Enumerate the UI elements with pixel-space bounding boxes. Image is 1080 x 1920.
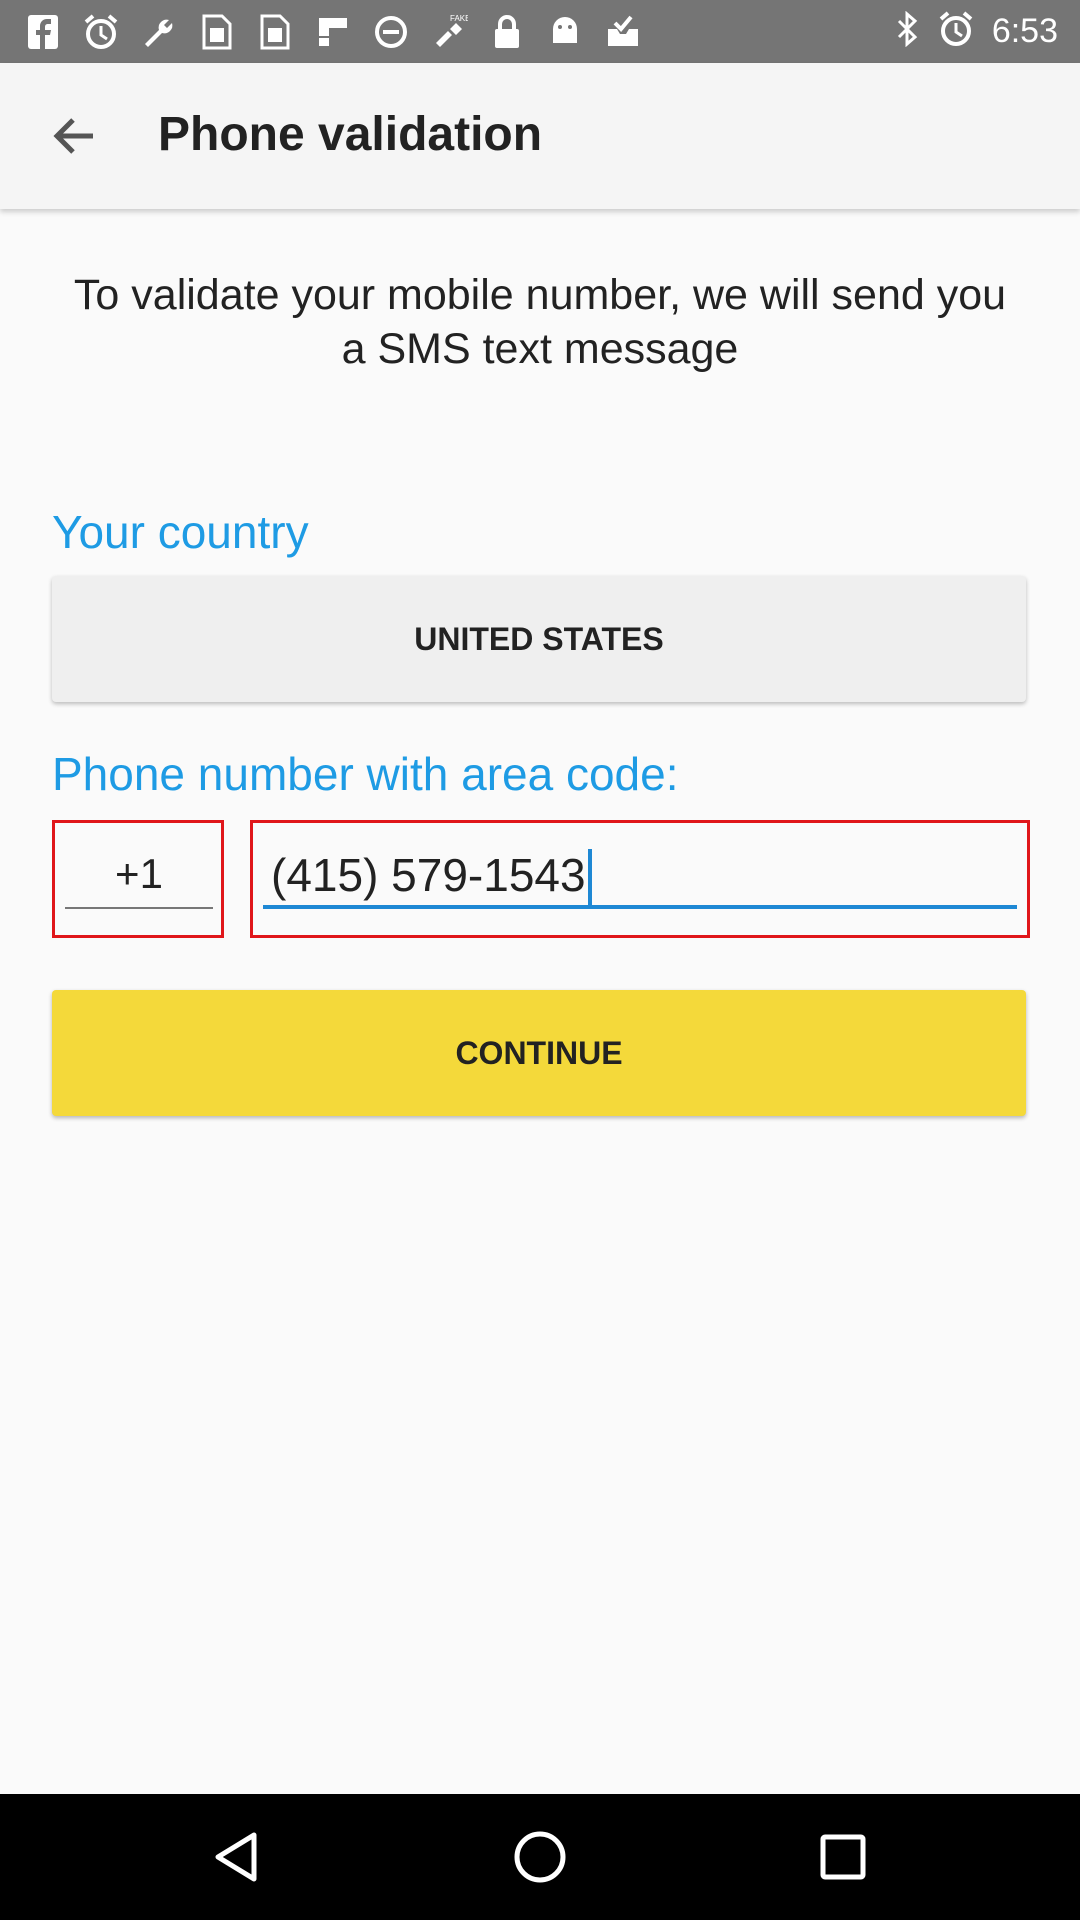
svg-text:FAKE: FAKE [450, 14, 468, 23]
country-selector[interactable]: UNITED STATES [52, 576, 1026, 702]
country-value: UNITED STATES [414, 620, 664, 657]
country-code-input[interactable]: +1 [65, 841, 213, 909]
back-button[interactable] [30, 103, 116, 169]
inbox-icon [604, 13, 642, 51]
phone-number-value: (415) 579-1543 [271, 849, 586, 901]
nav-back-button[interactable] [196, 1817, 276, 1897]
notification-icons: FAKE [24, 0, 642, 63]
country-code-highlight: +1 [52, 820, 224, 938]
clock: 6:53 [991, 12, 1058, 50]
arrow-back-icon [53, 118, 93, 154]
text-cursor [587, 848, 592, 909]
triangle-back-icon [215, 1832, 257, 1882]
sim-icon [198, 13, 236, 51]
app-bar: Phone validation [0, 63, 1080, 209]
android-icon [546, 13, 584, 51]
circle-home-icon [514, 1831, 566, 1883]
phone-label: Phone number with area code: [52, 748, 679, 800]
country-label: Your country [52, 506, 309, 558]
phone-number-input[interactable]: (415) 579-1543 [263, 841, 1017, 909]
square-recents-icon [820, 1834, 866, 1880]
no-disturb-icon [372, 13, 410, 51]
phone-number-highlight: (415) 579-1543 [250, 820, 1030, 938]
navigation-bar [0, 1794, 1080, 1920]
fake-gps-icon: FAKE [430, 13, 468, 51]
bluetooth-icon [896, 10, 920, 52]
nav-home-button[interactable] [500, 1817, 580, 1897]
continue-label: CONTINUE [455, 1034, 623, 1071]
status-bar: FAKE 6:53 [0, 0, 1080, 63]
flipboard-icon [314, 13, 352, 51]
alarm-icon [938, 11, 974, 52]
page-title: Phone validation [158, 108, 543, 161]
alarm-icon [82, 13, 120, 51]
status-right: 6:53 [896, 0, 1058, 63]
sim-icon [256, 13, 294, 51]
facebook-icon [24, 13, 62, 51]
nav-recents-button[interactable] [803, 1817, 883, 1897]
wrench-icon [140, 13, 178, 51]
continue-button[interactable]: CONTINUE [52, 990, 1026, 1116]
lock-icon [488, 13, 526, 51]
intro-text: To validate your mobile number, we will … [73, 271, 1007, 373]
